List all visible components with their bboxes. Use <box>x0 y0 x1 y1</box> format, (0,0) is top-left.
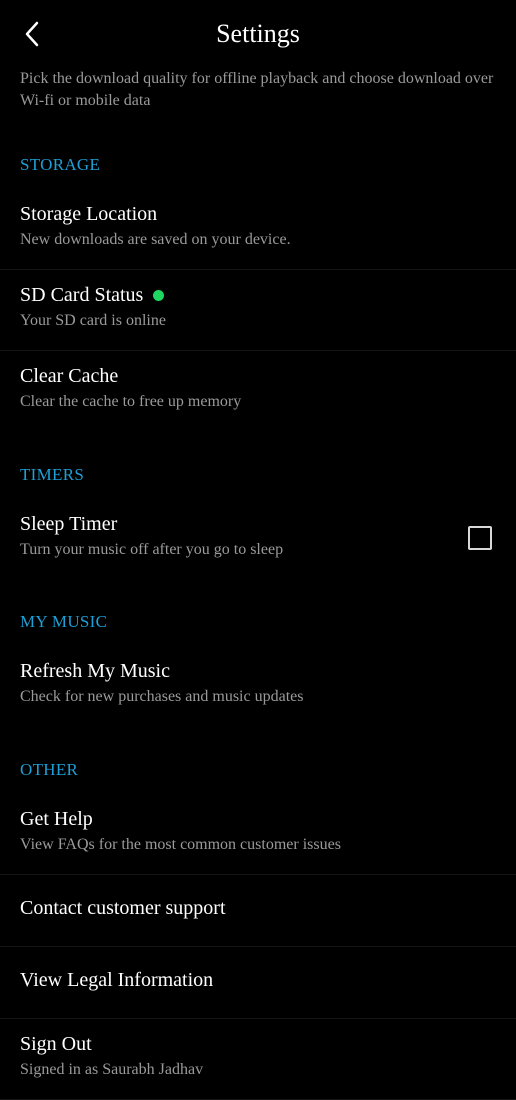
page-title: Settings <box>216 19 300 49</box>
sleep-timer-row[interactable]: Sleep Timer Turn your music off after yo… <box>0 499 516 579</box>
get-help-sub: View FAQs for the most common customer i… <box>20 835 496 856</box>
section-my-music-header: My MUSIC <box>0 578 516 646</box>
get-help-row[interactable]: Get Help View FAQs for the most common c… <box>0 794 516 875</box>
legal-info-row[interactable]: View Legal Information <box>0 947 516 1019</box>
sleep-timer-checkbox[interactable] <box>468 526 492 550</box>
refresh-my-music-title: Refresh My Music <box>20 660 496 683</box>
status-dot-online-icon <box>153 290 164 301</box>
clear-cache-title: Clear Cache <box>20 365 496 388</box>
storage-location-sub: New downloads are saved on your device. <box>20 230 496 251</box>
sign-out-row[interactable]: Sign Out Signed in as Saurabh Jadhav <box>0 1019 516 1100</box>
section-other-header: OTHER <box>0 726 516 794</box>
get-help-title: Get Help <box>20 808 496 831</box>
sleep-timer-sub: Turn your music off after you go to slee… <box>20 540 496 561</box>
sign-out-sub: Signed in as Saurabh Jadhav <box>20 1060 496 1081</box>
section-storage-header: STORAGE <box>0 121 516 189</box>
sleep-timer-title: Sleep Timer <box>20 513 496 536</box>
header: Settings <box>0 0 516 68</box>
sd-card-status-title: SD Card Status <box>20 284 496 307</box>
clear-cache-row[interactable]: Clear Cache Clear the cache to free up m… <box>0 351 516 431</box>
sign-out-title: Sign Out <box>20 1033 496 1056</box>
storage-location-row[interactable]: Storage Location New downloads are saved… <box>0 189 516 270</box>
clear-cache-sub: Clear the cache to free up memory <box>20 392 496 413</box>
section-timers-header: TIMERS <box>0 431 516 499</box>
sd-card-status-label: SD Card Status <box>20 284 143 307</box>
refresh-my-music-row[interactable]: Refresh My Music Check for new purchases… <box>0 646 516 726</box>
legal-info-title: View Legal Information <box>20 961 496 1000</box>
settings-content: Pick the download quality for offline pl… <box>0 68 516 1100</box>
refresh-my-music-sub: Check for new purchases and music update… <box>20 687 496 708</box>
download-quality-description: Pick the download quality for offline pl… <box>0 68 516 121</box>
storage-location-title: Storage Location <box>20 203 496 226</box>
chevron-left-icon <box>23 21 43 47</box>
contact-support-title: Contact customer support <box>20 889 496 928</box>
back-button[interactable] <box>18 19 48 49</box>
contact-support-row[interactable]: Contact customer support <box>0 875 516 947</box>
sd-card-status-row[interactable]: SD Card Status Your SD card is online <box>0 270 516 351</box>
sd-card-status-sub: Your SD card is online <box>20 311 496 332</box>
